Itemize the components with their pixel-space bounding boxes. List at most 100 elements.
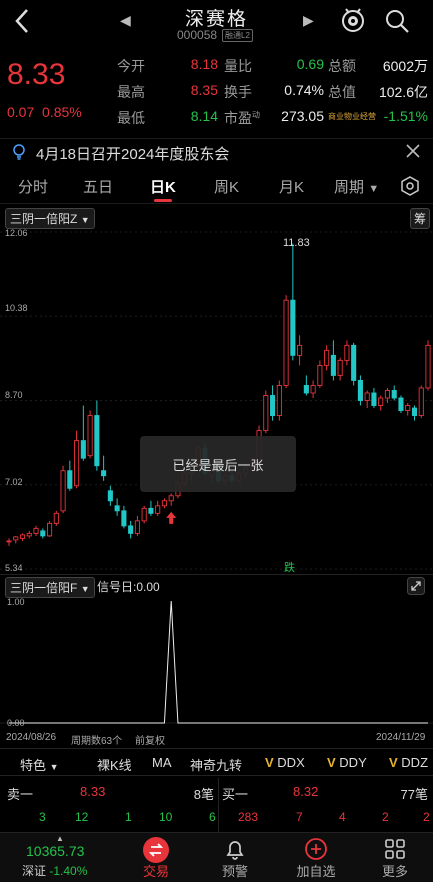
sector-change[interactable]: -1.51% — [370, 108, 428, 124]
candle — [13, 535, 19, 544]
kline-chart-area[interactable]: 三阴一倍阳Z ▼ 筹 12.06 10.38 8.70 7.02 5.34 11… — [0, 206, 433, 576]
candle-body — [391, 390, 397, 399]
candle — [263, 390, 269, 434]
candle-body — [94, 415, 100, 467]
assistant-button[interactable] — [340, 6, 366, 39]
feature-naked-k[interactable]: 裸K线 — [97, 755, 132, 774]
gear-icon[interactable] — [400, 176, 420, 196]
candle — [168, 493, 174, 506]
candle — [161, 498, 167, 509]
trade-icon[interactable] — [143, 837, 169, 863]
candle-body — [351, 344, 357, 381]
expand-icon[interactable] — [407, 577, 425, 595]
candle-body — [378, 397, 384, 406]
feature-special[interactable]: 特色 ▼ — [20, 755, 59, 774]
tab-monthly-k[interactable]: 月K — [279, 176, 304, 197]
prev-stock-button[interactable]: ◀ — [120, 12, 131, 29]
candle — [114, 498, 120, 516]
feature-td9[interactable]: 神奇九转 — [190, 755, 242, 774]
order-book[interactable]: 卖一 8.33 8笔 买一 8.32 77笔 3 12 1 10 6 283 7… — [0, 778, 433, 832]
index-name[interactable]: 深证 -1.40% — [22, 862, 87, 879]
signal-text: 信号日:0.00 — [97, 580, 160, 594]
tab-intraday[interactable]: 分时 — [18, 176, 48, 197]
bell-icon[interactable] — [223, 837, 247, 861]
caret-down-icon: ▼ — [49, 762, 59, 772]
sell-num: 3 — [39, 810, 46, 824]
nav-alert[interactable]: 预警 — [220, 861, 250, 880]
candle — [290, 243, 296, 361]
current-price: 8.33 — [7, 58, 66, 91]
sub-indicator-area[interactable]: 三阴一倍阳F ▼ 信号日:0.00 1.00 0.00 2024/08/26 周… — [0, 574, 433, 747]
index-value[interactable]: 10365.73 — [26, 843, 84, 859]
low-label: 最低 — [117, 110, 145, 126]
candle — [425, 340, 431, 391]
next-stock-button[interactable]: ▶ — [303, 12, 314, 29]
low-value: 8.14 — [190, 108, 218, 124]
feature-ddz[interactable]: V DDZ — [389, 755, 428, 770]
sector-label[interactable]: 商业物业经营 — [328, 111, 376, 122]
tab-period[interactable]: 周期 ▼ — [334, 176, 379, 197]
candle — [418, 385, 424, 419]
notice-bar[interactable]: 4月18日召开2024年度股东会 — [0, 138, 433, 164]
kline-svg — [0, 231, 433, 570]
candle — [317, 360, 323, 388]
notice-text[interactable]: 4月18日召开2024年度股东会 — [36, 143, 229, 164]
candle-body — [425, 344, 431, 389]
candle — [324, 345, 330, 371]
caret-down-icon: ▼ — [80, 215, 90, 225]
search-button[interactable] — [384, 8, 410, 39]
buy-num: 283 — [238, 810, 259, 824]
tab-weekly-k[interactable]: 周K — [214, 176, 239, 197]
triangle-right-icon: ▶ — [303, 12, 314, 28]
candle-body — [317, 364, 323, 386]
feature-ddy[interactable]: V DDY — [327, 755, 367, 770]
candle — [134, 515, 140, 536]
period-count: 周期数63个 — [71, 736, 123, 747]
buy-num: 2 — [423, 810, 430, 824]
add-circle-icon[interactable] — [304, 837, 328, 861]
candle-body — [330, 354, 336, 376]
adjust-mode[interactable]: 前复权 — [135, 732, 165, 747]
candle — [337, 357, 343, 381]
candle — [310, 380, 316, 398]
open-value: 8.18 — [190, 56, 218, 72]
candle-body — [297, 344, 303, 356]
tab-five-day[interactable]: 五日 — [83, 176, 113, 197]
caret-down-icon: ▼ — [80, 584, 90, 594]
y-tick-2: 10.38 — [5, 303, 28, 313]
nav-more[interactable]: 更多 — [380, 861, 410, 880]
sell-num: 10 — [159, 810, 173, 824]
fall-marker-label: 跌 — [284, 562, 295, 574]
buy-qty: 77笔 — [400, 787, 428, 802]
buy-num: 2 — [382, 810, 389, 824]
chevron-left-icon — [15, 9, 28, 33]
feature-ddx[interactable]: V DDX — [265, 755, 305, 770]
candle-body — [26, 532, 32, 537]
grid-icon[interactable] — [384, 838, 406, 860]
nav-add-watchlist[interactable]: 加自选 — [295, 861, 337, 880]
candle-body — [263, 395, 269, 432]
assistant-icon — [342, 8, 364, 32]
high-label: 最高 — [117, 84, 145, 100]
candle — [297, 335, 303, 366]
feature-ma[interactable]: MA — [152, 755, 172, 770]
candle — [283, 295, 289, 388]
candle — [6, 538, 12, 546]
candle — [276, 380, 282, 421]
candle — [67, 460, 73, 491]
back-button[interactable] — [14, 8, 30, 41]
close-icon[interactable] — [406, 144, 420, 158]
active-tab-indicator — [154, 199, 172, 202]
collapse-icon[interactable]: ▲ — [56, 834, 64, 843]
candle — [121, 505, 127, 529]
sell-price: 8.33 — [80, 784, 106, 799]
nav-trade[interactable]: 交易 — [142, 861, 170, 880]
candle-body — [114, 505, 120, 512]
candle-body — [357, 379, 363, 401]
tab-daily-k[interactable]: 日K — [150, 176, 176, 197]
candle-body — [324, 349, 330, 366]
candle — [19, 533, 26, 541]
volume-ratio-value: 0.69 — [296, 56, 324, 72]
y-tick-bottom: 5.34 — [5, 563, 23, 573]
candle — [101, 455, 107, 481]
